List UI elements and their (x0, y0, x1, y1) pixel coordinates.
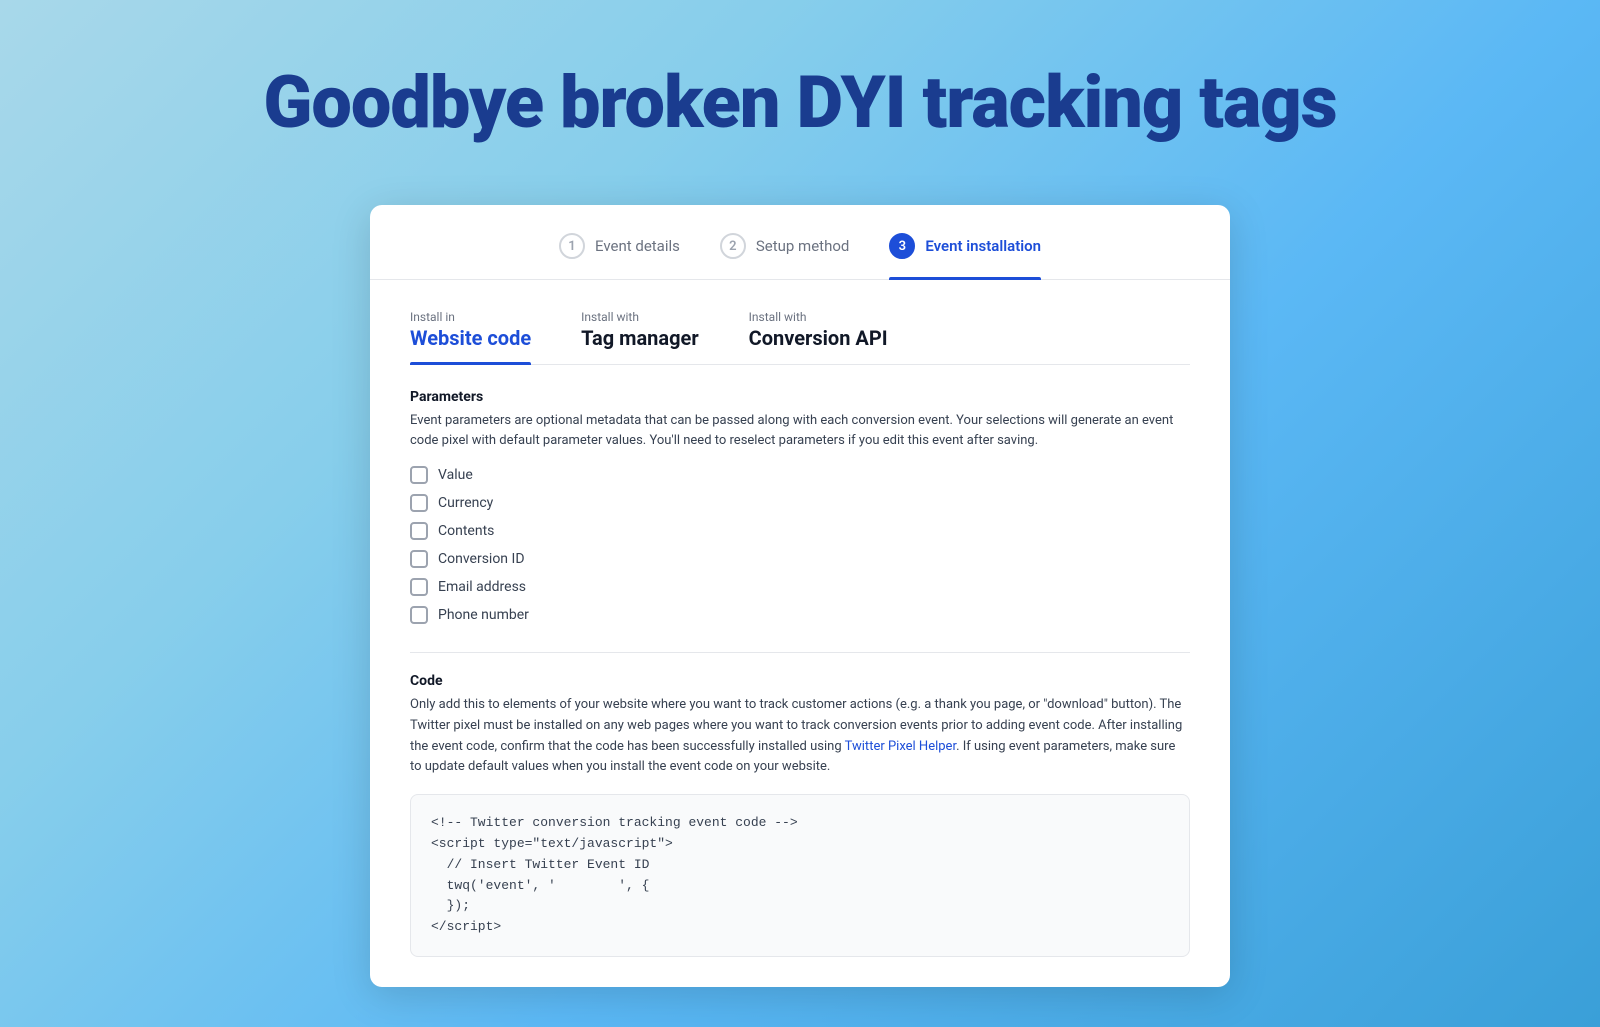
code-line-2: <script type="text/javascript"> (431, 834, 1169, 855)
checkbox-phone-box (410, 606, 428, 624)
checkbox-contents-box (410, 522, 428, 540)
main-card: 1 Event details 2 Setup method 3 Event i… (370, 205, 1230, 987)
checkbox-value[interactable]: Value (410, 466, 1190, 484)
code-line-4: twq('event', ' ', { (431, 876, 1169, 897)
tab-tagmanager-title: Tag manager (581, 326, 699, 350)
tab-api-title: Conversion API (749, 326, 888, 350)
step-2-label: Setup method (756, 237, 849, 255)
steps-header: 1 Event details 2 Setup method 3 Event i… (370, 205, 1230, 280)
code-line-3: // Insert Twitter Event ID (431, 855, 1169, 876)
checkbox-currency[interactable]: Currency (410, 494, 1190, 512)
checkbox-conversion-id-label: Conversion ID (438, 551, 525, 567)
tab-tagmanager-label: Install with (581, 310, 699, 324)
tab-api[interactable]: Install with Conversion API (749, 310, 888, 364)
pixel-helper-link[interactable]: Twitter Pixel Helper (845, 739, 956, 754)
card-body: Install in Website code Install with Tag… (370, 280, 1230, 987)
checkbox-conversion-id[interactable]: Conversion ID (410, 550, 1190, 568)
checkbox-email[interactable]: Email address (410, 578, 1190, 596)
code-desc: Only add this to elements of your websit… (410, 695, 1190, 778)
checkbox-email-label: Email address (438, 579, 526, 595)
checkbox-conversion-id-box (410, 550, 428, 568)
section-divider (410, 652, 1190, 653)
install-tabs: Install in Website code Install with Tag… (410, 310, 1190, 365)
checkbox-email-box (410, 578, 428, 596)
tab-website[interactable]: Install in Website code (410, 310, 531, 364)
parameters-checkboxes: Value Currency Contents Conversion ID Em… (410, 466, 1190, 624)
code-line-1: <!-- Twitter conversion tracking event c… (431, 813, 1169, 834)
code-line-6: </script> (431, 917, 1169, 938)
checkbox-phone[interactable]: Phone number (410, 606, 1190, 624)
tab-website-title: Website code (410, 326, 531, 350)
step-2-circle: 2 (720, 233, 746, 259)
step-1-circle: 1 (559, 233, 585, 259)
code-line-5: }); (431, 896, 1169, 917)
tab-api-label: Install with (749, 310, 888, 324)
checkbox-currency-label: Currency (438, 495, 493, 511)
checkbox-contents[interactable]: Contents (410, 522, 1190, 540)
step-2[interactable]: 2 Setup method (720, 233, 849, 279)
step-3-circle: 3 (889, 233, 915, 259)
code-title: Code (410, 673, 1190, 689)
checkbox-value-box (410, 466, 428, 484)
checkbox-value-label: Value (438, 467, 473, 483)
step-3[interactable]: 3 Event installation (889, 233, 1041, 279)
checkbox-currency-box (410, 494, 428, 512)
step-3-label: Event installation (925, 237, 1041, 255)
checkbox-phone-label: Phone number (438, 607, 529, 623)
step-1-label: Event details (595, 237, 680, 255)
tab-website-label: Install in (410, 310, 531, 324)
tab-tagmanager[interactable]: Install with Tag manager (581, 310, 699, 364)
checkbox-contents-label: Contents (438, 523, 494, 539)
parameters-desc: Event parameters are optional metadata t… (410, 411, 1190, 450)
step-1[interactable]: 1 Event details (559, 233, 680, 279)
parameters-title: Parameters (410, 389, 1190, 405)
code-block: <!-- Twitter conversion tracking event c… (410, 794, 1190, 957)
headline: Goodbye broken DYI tracking tags (263, 60, 1336, 145)
